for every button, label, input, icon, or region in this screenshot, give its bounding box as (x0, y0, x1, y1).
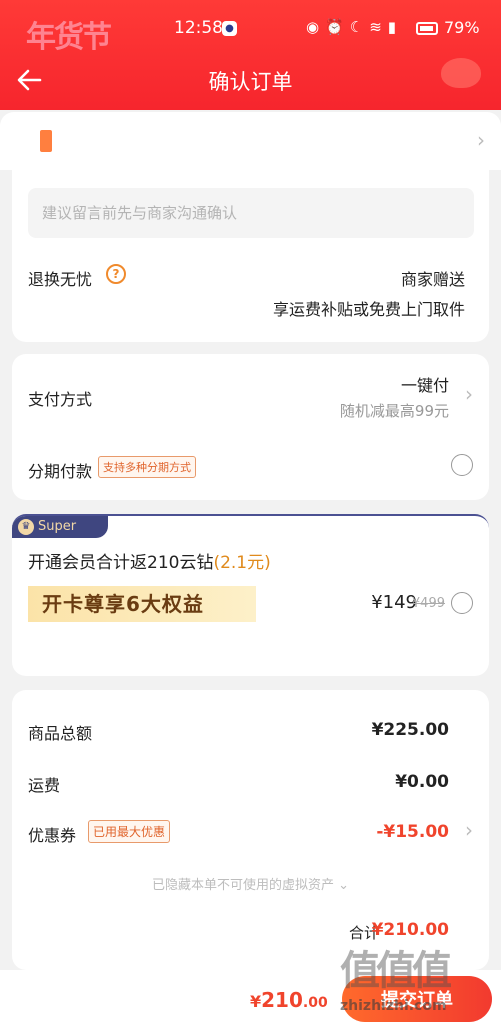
total-value: ¥210.00 (371, 920, 449, 940)
membership-original-price: ¥499 (411, 596, 445, 611)
return-service-label: 退换无忧 (28, 270, 93, 289)
order-options-card: 退换无忧 ? 商家赠送 享运费补贴或免费上门取件 (12, 170, 489, 342)
payment-promo: 随机减最高99元 (339, 402, 449, 420)
status-time: 12:58 (174, 18, 223, 38)
battery-icon (416, 22, 438, 35)
app-notification-icon: ● (222, 21, 237, 36)
super-tag-label: Super (38, 519, 77, 534)
membership-radio[interactable] (451, 592, 473, 614)
super-member-tag: ♛ Super (12, 516, 108, 538)
order-note-input[interactable] (28, 188, 474, 238)
installment-label: 分期付款 (28, 462, 93, 481)
return-service-sub: 享运费补贴或免费上门取件 (272, 300, 465, 319)
membership-title: 开通会员合计返210云钻(2.1元) (28, 548, 271, 573)
address-card[interactable]: › (0, 112, 501, 170)
membership-price: ¥149 (371, 592, 417, 613)
page-title: 确认订单 (208, 70, 293, 94)
coupon-badge: 已用最大优惠 (88, 820, 171, 843)
membership-title-text: 开通会员合计返210云钻 (28, 553, 214, 573)
status-icons: ◉⏰☾≋▮ (306, 18, 403, 36)
address-marker (40, 130, 52, 152)
installment-radio[interactable] (451, 454, 473, 476)
membership-benefit-banner[interactable]: 开卡尊享6大权益 (28, 586, 256, 622)
hidden-assets-label: 已隐藏本单不可使用的虚拟资产 (151, 878, 334, 893)
payment-card: 支付方式 一键付 随机减最高99元 › 分期付款 支持多种分期方式 (12, 354, 489, 500)
return-service-value: 商家赠送 (400, 270, 465, 289)
payment-method-label: 支付方式 (28, 390, 93, 409)
subtotal-label: 商品总额 (28, 724, 93, 743)
chevron-down-icon: ⌄ (338, 878, 350, 893)
shipping-value: ¥0.00 (395, 772, 449, 792)
membership-card: ♛ Super 开通会员合计返210云钻(2.1元) 开卡尊享6大权益 ¥149… (12, 514, 489, 676)
membership-title-highlight: (2.1元) (213, 553, 271, 573)
hidden-assets-toggle[interactable]: 已隐藏本单不可使用的虚拟资产 ⌄ (12, 874, 489, 893)
bottom-bar: ¥210.00 提交订单 (0, 970, 501, 1032)
payment-method-value[interactable]: 一键付 (401, 372, 449, 396)
subtotal-value: ¥225.00 (371, 720, 449, 740)
bottom-total-currency: ¥ (250, 992, 262, 1011)
chevron-right-icon: › (477, 128, 485, 152)
battery-level: 79% (444, 18, 480, 37)
shipping-label: 运费 (28, 776, 61, 795)
crown-icon: ♛ (18, 519, 34, 535)
submit-order-button[interactable]: 提交订单 (342, 976, 492, 1022)
chevron-right-icon[interactable]: › (465, 382, 473, 406)
bottom-total-price: ¥210.00 (250, 988, 328, 1012)
coupon-value[interactable]: -¥15.00 (376, 822, 449, 842)
coupon-label: 优惠券 (28, 826, 77, 845)
lantern-decoration (441, 58, 481, 88)
bottom-total-decimal: .00 (302, 995, 328, 1011)
status-bar: 12:58 ● ◉⏰☾≋▮ 79% (0, 16, 501, 42)
header-bar: 年货节 12:58 ● ◉⏰☾≋▮ 79% 确认订单 (0, 0, 501, 110)
bottom-total-amount: 210 (261, 988, 303, 1012)
installment-badge: 支持多种分期方式 (98, 456, 196, 478)
chevron-right-icon[interactable]: › (465, 818, 473, 842)
help-icon[interactable]: ? (106, 264, 126, 284)
price-summary-card: 商品总额 ¥225.00 运费 ¥0.00 优惠券 已用最大优惠 -¥15.00… (12, 690, 489, 970)
